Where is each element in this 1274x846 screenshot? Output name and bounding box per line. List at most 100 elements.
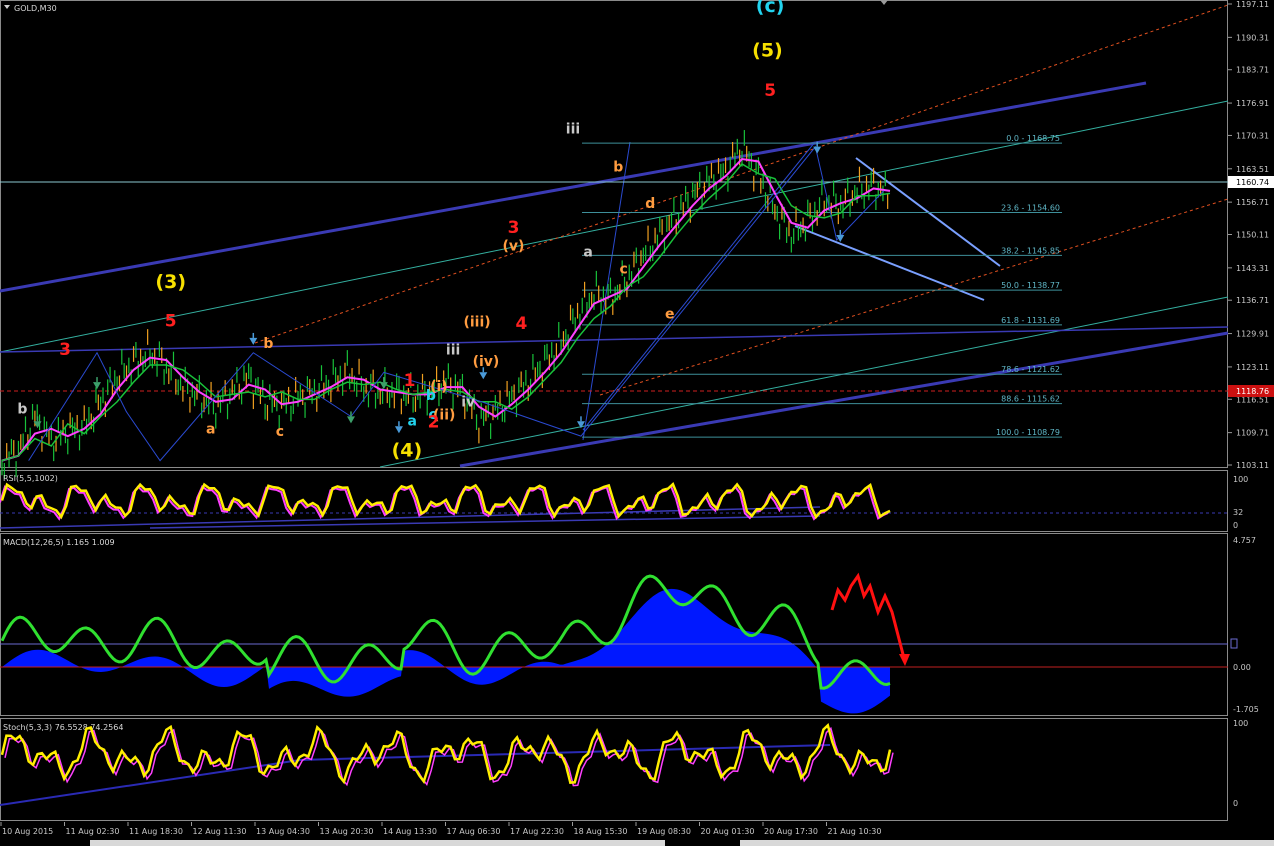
macd-label: MACD(12,26,5) 1.165 1.009 (3, 538, 115, 547)
macd-value-box (1230, 638, 1238, 649)
time-tick-label: 17 Aug 06:30 (447, 827, 501, 836)
fibonacci-retracement[interactable]: 0.0 - 1168.75 23.6 - 1154.60 38.2 - 1145.8… (582, 134, 1062, 438)
wave-label[interactable]: (v) (503, 239, 525, 255)
macd-tick-low: -1.705 (1233, 705, 1259, 714)
wave-label[interactable]: a (408, 413, 417, 429)
time-tick-label: 11 Aug 02:30 (66, 827, 120, 836)
wave-label[interactable]: (c) (756, 0, 785, 17)
pivot-arrow-icon (249, 337, 258, 345)
stoch-pane-frame (0, 718, 1228, 821)
wave-label[interactable]: a (206, 422, 215, 438)
time-tick-label: 19 Aug 08:30 (637, 827, 691, 836)
fibo-level-label: 61.8 - 1131.69 (1001, 316, 1060, 325)
price-tick-label: 1109.71 (1236, 429, 1269, 438)
wave-label[interactable]: 1 (404, 371, 416, 391)
wave-label[interactable]: b (263, 336, 273, 352)
macd-tick-high: 4.757 (1233, 536, 1256, 545)
current-price-text: 1160.74 (1236, 178, 1269, 187)
rsi-tick-0: 0 (1233, 521, 1238, 530)
upper-channel-line[interactable] (0, 81, 1147, 293)
red-dashed-channel-upper[interactable] (254, 4, 1229, 344)
wave-label[interactable]: a (583, 245, 592, 261)
lower-channel-line[interactable] (459, 331, 1229, 468)
symbol-header[interactable]: GOLD,M30 (4, 4, 57, 13)
wave-label[interactable]: (iii) (463, 315, 490, 331)
h-scrollbar-left[interactable] (90, 840, 665, 846)
time-tick-label: 13 Aug 20:30 (320, 827, 374, 836)
time-tick-label: 17 Aug 22:30 (510, 827, 564, 836)
wave-label[interactable]: (4) (392, 440, 423, 462)
price-tick-label: 1176.91 (1236, 99, 1269, 108)
macd-tick-zero: 0.00 (1233, 663, 1251, 672)
price-tick-label: 1197.11 (1236, 0, 1269, 9)
time-tick-label: 18 Aug 15:30 (574, 827, 628, 836)
price-tick-label: 1150.11 (1236, 231, 1269, 240)
wave-label[interactable]: d (645, 196, 655, 212)
wave-label[interactable]: (5) (752, 40, 783, 62)
wave-label[interactable]: iii (446, 343, 460, 359)
wave-label[interactable]: 5 (764, 81, 776, 101)
wave-label[interactable]: 3 (508, 218, 520, 238)
chart-canvas: GOLD,M30 0.0 - 1168.75 23.6 - 1154.60 38.2… (0, 0, 1274, 846)
price-tick-label: 1136.71 (1236, 296, 1269, 305)
pivot-arrow-icon (394, 426, 403, 434)
stoch-pane: Stoch(5,3,3) 76.5528 74.2564 100 0 (0, 719, 1248, 808)
fibo-level-label: 38.2 - 1145.85 (1001, 246, 1060, 255)
wave-label[interactable]: b (613, 159, 623, 175)
wave-label[interactable]: 3 (59, 340, 71, 360)
wave-label[interactable]: 4 (516, 314, 528, 334)
stoch-label: Stoch(5,3,3) 76.5528 74.2564 (3, 723, 123, 732)
wave-label[interactable]: 2 (428, 412, 440, 432)
time-axis: 10 Aug 2015 11 Aug 02:30 11 Aug 18:30 12 Au… (0, 822, 881, 836)
stoch-tick-0: 0 (1233, 799, 1238, 808)
macd-signal-line (0, 574, 891, 690)
time-tick-label: 11 Aug 18:30 (129, 827, 183, 836)
forecast-line-lower[interactable] (794, 225, 985, 301)
time-tick-label: 10 Aug 2015 (2, 827, 53, 836)
macd-pane-frame (0, 533, 1228, 716)
wave-label[interactable]: e (665, 306, 675, 322)
pivot-arrow-icon (479, 372, 488, 380)
price-axis: 1197.11 1190.31 1183.71 1176.91 1170.31 1163.… (1228, 0, 1269, 470)
macd-projection-arrow (830, 572, 907, 663)
macd-histogram (2, 588, 890, 714)
wave-label[interactable]: b (426, 388, 436, 404)
dropdown-triangle-icon[interactable] (4, 5, 10, 9)
wave-label[interactable]: iv (461, 395, 475, 411)
fibo-level-label: 100.0 - 1108.79 (996, 428, 1060, 437)
wave-label[interactable]: (iv) (473, 354, 500, 370)
rsi-tick-100: 100 (1233, 475, 1248, 484)
frame-group (0, 0, 1228, 821)
price-tick-label: 1190.31 (1236, 33, 1269, 42)
rsi-tick-32: 32 (1233, 508, 1243, 517)
rsi-label: RSI(5,5,1002) (3, 474, 58, 483)
wave-label[interactable]: 5 (165, 311, 177, 331)
pivot-arrow-icon (813, 146, 822, 154)
fibo-level-label: 88.6 - 1115.62 (1001, 395, 1060, 404)
pivot-arrow-icon (346, 416, 355, 424)
wave-label[interactable]: (3) (155, 271, 186, 293)
price-tick-label: 1123.11 (1236, 363, 1269, 372)
time-tick-label: 20 Aug 17:30 (764, 827, 818, 836)
price-tick-label: 1183.71 (1236, 66, 1269, 75)
macd-projection-arrowhead-icon (899, 654, 910, 666)
macd-pane: MACD(12,26,5) 1.165 1.009 4.757 0.00 -1.… (0, 536, 1259, 714)
h-scrollbar-right[interactable] (740, 840, 1274, 846)
wave-label[interactable]: c (619, 261, 627, 277)
time-tick-label: 14 Aug 13:30 (383, 827, 437, 836)
red-marker-text: 1118.76 (1236, 387, 1269, 396)
symbol-label: GOLD,M30 (14, 4, 57, 13)
time-tick-label: 13 Aug 04:30 (256, 827, 310, 836)
fibo-level-label: 50.0 - 1138.77 (1001, 281, 1060, 290)
stoch-signal-line (4, 726, 894, 787)
scroll-shift-icon[interactable] (880, 0, 888, 5)
wave-label[interactable]: b (17, 402, 27, 418)
wave-label[interactable]: c (276, 424, 284, 440)
blue-horizontal-line[interactable] (0, 326, 1229, 353)
pivot-arrow-icon (93, 382, 102, 390)
wave-label[interactable]: iii (566, 122, 580, 138)
price-tick-label: 1129.91 (1236, 330, 1269, 339)
rsi-pane: RSI(5,5,1002) 100 32 0 (0, 474, 1248, 530)
fibo-level-label: 0.0 - 1168.75 (1006, 134, 1060, 143)
price-tick-label: 1170.31 (1236, 131, 1269, 140)
